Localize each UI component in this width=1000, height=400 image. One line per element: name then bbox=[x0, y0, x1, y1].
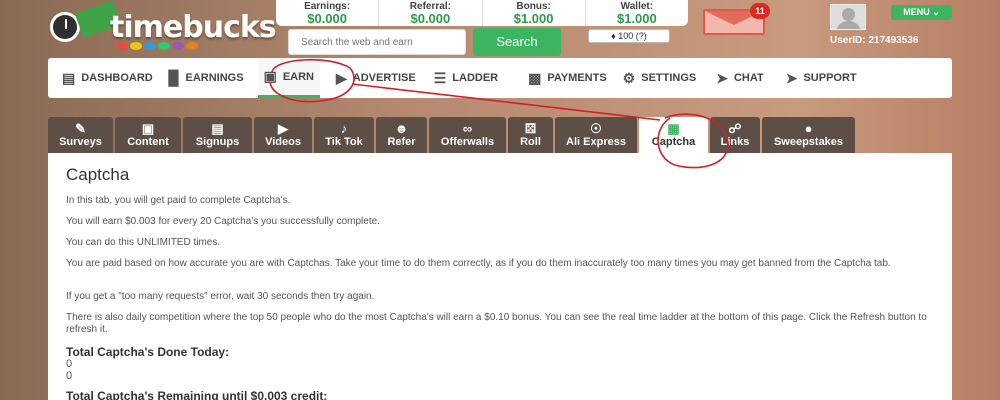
stat-value: $1.000 bbox=[513, 11, 554, 26]
user-id: UserID: 217493536 bbox=[830, 35, 919, 46]
accuracy-text: You are paid based on how accurate you a… bbox=[66, 258, 891, 269]
tab-label: Links bbox=[720, 135, 750, 148]
tab-label: Surveys bbox=[59, 135, 102, 148]
nav-ladder[interactable]: ☰ LADDER bbox=[434, 58, 498, 98]
megaphone-icon: ▶ bbox=[335, 69, 347, 86]
dice-icon: ⚄ bbox=[524, 120, 537, 136]
tab-roll[interactable]: ⚄ Roll bbox=[508, 117, 553, 153]
tab-label: Sweepstakes bbox=[773, 135, 844, 148]
referral-stat: Referral: $0.000 bbox=[379, 0, 483, 26]
tab-captcha[interactable]: ▦ Captcha bbox=[639, 117, 708, 154]
bar-chart-icon: ▉ bbox=[168, 69, 180, 86]
tab-label: Captcha bbox=[651, 136, 696, 148]
clipboard-icon: ▤ bbox=[211, 120, 224, 136]
tab-label: Refer bbox=[387, 135, 416, 148]
search-input[interactable] bbox=[288, 29, 466, 55]
message-count-badge: 11 bbox=[750, 3, 770, 19]
tab-label: Signups bbox=[195, 135, 240, 148]
stat-value: $0.000 bbox=[307, 11, 347, 26]
nav-earnings[interactable]: ▉ EARNINGS bbox=[169, 58, 244, 98]
nav-label: PAYMENTS bbox=[547, 72, 607, 84]
pencil-icon: ✎ bbox=[75, 120, 86, 136]
tab-refer[interactable]: ☻ Refer bbox=[376, 117, 427, 153]
nav-earn[interactable]: ▣ EARN bbox=[257, 58, 320, 98]
tab-videos[interactable]: ▶ Videos bbox=[254, 117, 312, 153]
nav-label: ADVERTISE bbox=[352, 72, 416, 84]
tab-label: Content bbox=[127, 135, 169, 148]
bonus-stat: Bonus: $1.000 bbox=[483, 0, 586, 26]
captcha-panel: Captcha In this tab, you will get paid t… bbox=[48, 153, 952, 400]
nav-label: SUPPORT bbox=[803, 72, 857, 84]
nav-label: SETTINGS bbox=[641, 72, 697, 84]
tab-label: Roll bbox=[520, 135, 541, 148]
nav-label: EARNINGS bbox=[185, 72, 244, 84]
done-today-value: 0 bbox=[66, 358, 73, 370]
unlimited-text: You can do this UNLIMITED times. bbox=[66, 237, 221, 248]
dollar-circle-icon: ☉ bbox=[590, 120, 602, 136]
earn-rate-text: You will earn $0.003 for every 20 Captch… bbox=[66, 216, 380, 227]
stat-value: $1.000 bbox=[616, 11, 657, 26]
logo-text: timebucks bbox=[110, 10, 277, 45]
menu-button[interactable]: MENU ⌄ bbox=[891, 5, 952, 20]
tab-tiktok[interactable]: ♪ Tik Tok bbox=[314, 117, 374, 153]
tab-content[interactable]: ▣ Content bbox=[115, 117, 181, 153]
share-icon: ∞ bbox=[462, 120, 473, 136]
page-title: Captcha bbox=[66, 165, 130, 184]
tab-sweepstakes[interactable]: ● Sweepstakes bbox=[762, 117, 855, 153]
nav-label: LADDER bbox=[452, 72, 499, 84]
nav-settings[interactable]: ⚙ SETTINGS bbox=[623, 58, 697, 98]
gear-icon: ⚙ bbox=[622, 69, 636, 86]
main-nav: ▤ DASHBOARD ▉ EARNINGS ▣ EARN ▶ ADVERTIS… bbox=[48, 58, 952, 98]
tab-label: Offerwalls bbox=[440, 135, 495, 148]
search-button[interactable]: Search bbox=[473, 28, 561, 56]
remaining-label: Total Captcha's Remaining until $0.003 c… bbox=[66, 389, 328, 400]
tab-label: Ali Express bbox=[566, 135, 626, 148]
link-icon: ☍ bbox=[728, 120, 742, 136]
balance-bar: Earnings: $0.000 Referral: $0.000 Bonus:… bbox=[276, 0, 688, 26]
tickets-count: 100 (?) bbox=[618, 31, 647, 41]
tab-links[interactable]: ☍ Links bbox=[710, 117, 760, 153]
tab-signups[interactable]: ▤ Signups bbox=[183, 117, 252, 153]
tab-ali-express[interactable]: ☉ Ali Express bbox=[555, 117, 637, 153]
dollar-screen-icon: ▣ bbox=[263, 68, 277, 84]
captcha-icon: ▦ bbox=[667, 121, 680, 136]
tab-offerwalls[interactable]: ∞ Offerwalls bbox=[429, 117, 506, 153]
send-icon: ➤ bbox=[716, 69, 728, 86]
tiktok-icon: ♪ bbox=[340, 120, 348, 136]
nav-label: EARN bbox=[282, 70, 314, 83]
ladder-icon: ☰ bbox=[433, 69, 447, 86]
competition-text: There is also daily competition where th… bbox=[66, 312, 927, 335]
tickets-badge[interactable]: ♦ 100 (?) bbox=[588, 29, 670, 43]
ticket-icon: ♦ bbox=[611, 31, 616, 41]
done-today-value: 0 bbox=[66, 370, 73, 382]
nav-label: DASHBOARD bbox=[81, 72, 153, 84]
users-icon: ☻ bbox=[394, 120, 409, 136]
nav-label: CHAT bbox=[733, 72, 764, 84]
logo-decoration bbox=[116, 42, 198, 50]
nav-support[interactable]: ➤ SUPPORT bbox=[786, 58, 857, 98]
nav-dashboard[interactable]: ▤ DASHBOARD bbox=[62, 58, 153, 98]
nav-advertise[interactable]: ▶ ADVERTISE bbox=[336, 58, 416, 98]
wallet-stat: Wallet: $1.000 bbox=[586, 0, 688, 26]
nav-payments[interactable]: ▩ PAYMENTS bbox=[528, 58, 607, 98]
done-today-label: Total Captcha's Done Today: bbox=[66, 345, 230, 359]
intro-text: In this tab, you will get paid to comple… bbox=[66, 195, 291, 206]
dashboard-icon: ▤ bbox=[62, 69, 76, 86]
send-icon: ➤ bbox=[785, 69, 798, 86]
tab-label: Videos bbox=[265, 135, 301, 148]
timebucks-logo[interactable]: timebucks bbox=[48, 0, 278, 52]
earn-tabs: ✎ Surveys ▣ Content ▤ Signups ▶ Videos ♪… bbox=[48, 117, 855, 154]
tab-surveys[interactable]: ✎ Surveys bbox=[48, 117, 113, 153]
money-bag-icon: ● bbox=[804, 120, 813, 136]
error-text: If you get a "too many requests" error, … bbox=[66, 291, 375, 302]
nav-chat[interactable]: ➤ CHAT bbox=[716, 58, 763, 98]
earnings-stat: Earnings: $0.000 bbox=[276, 0, 380, 26]
wallet-icon: ▩ bbox=[528, 69, 542, 86]
avatar[interactable] bbox=[830, 4, 866, 30]
video-icon: ▶ bbox=[278, 120, 288, 136]
stat-value: $0.000 bbox=[410, 11, 451, 26]
tab-label: Tik Tok bbox=[325, 135, 363, 148]
window-icon: ▣ bbox=[141, 120, 155, 136]
